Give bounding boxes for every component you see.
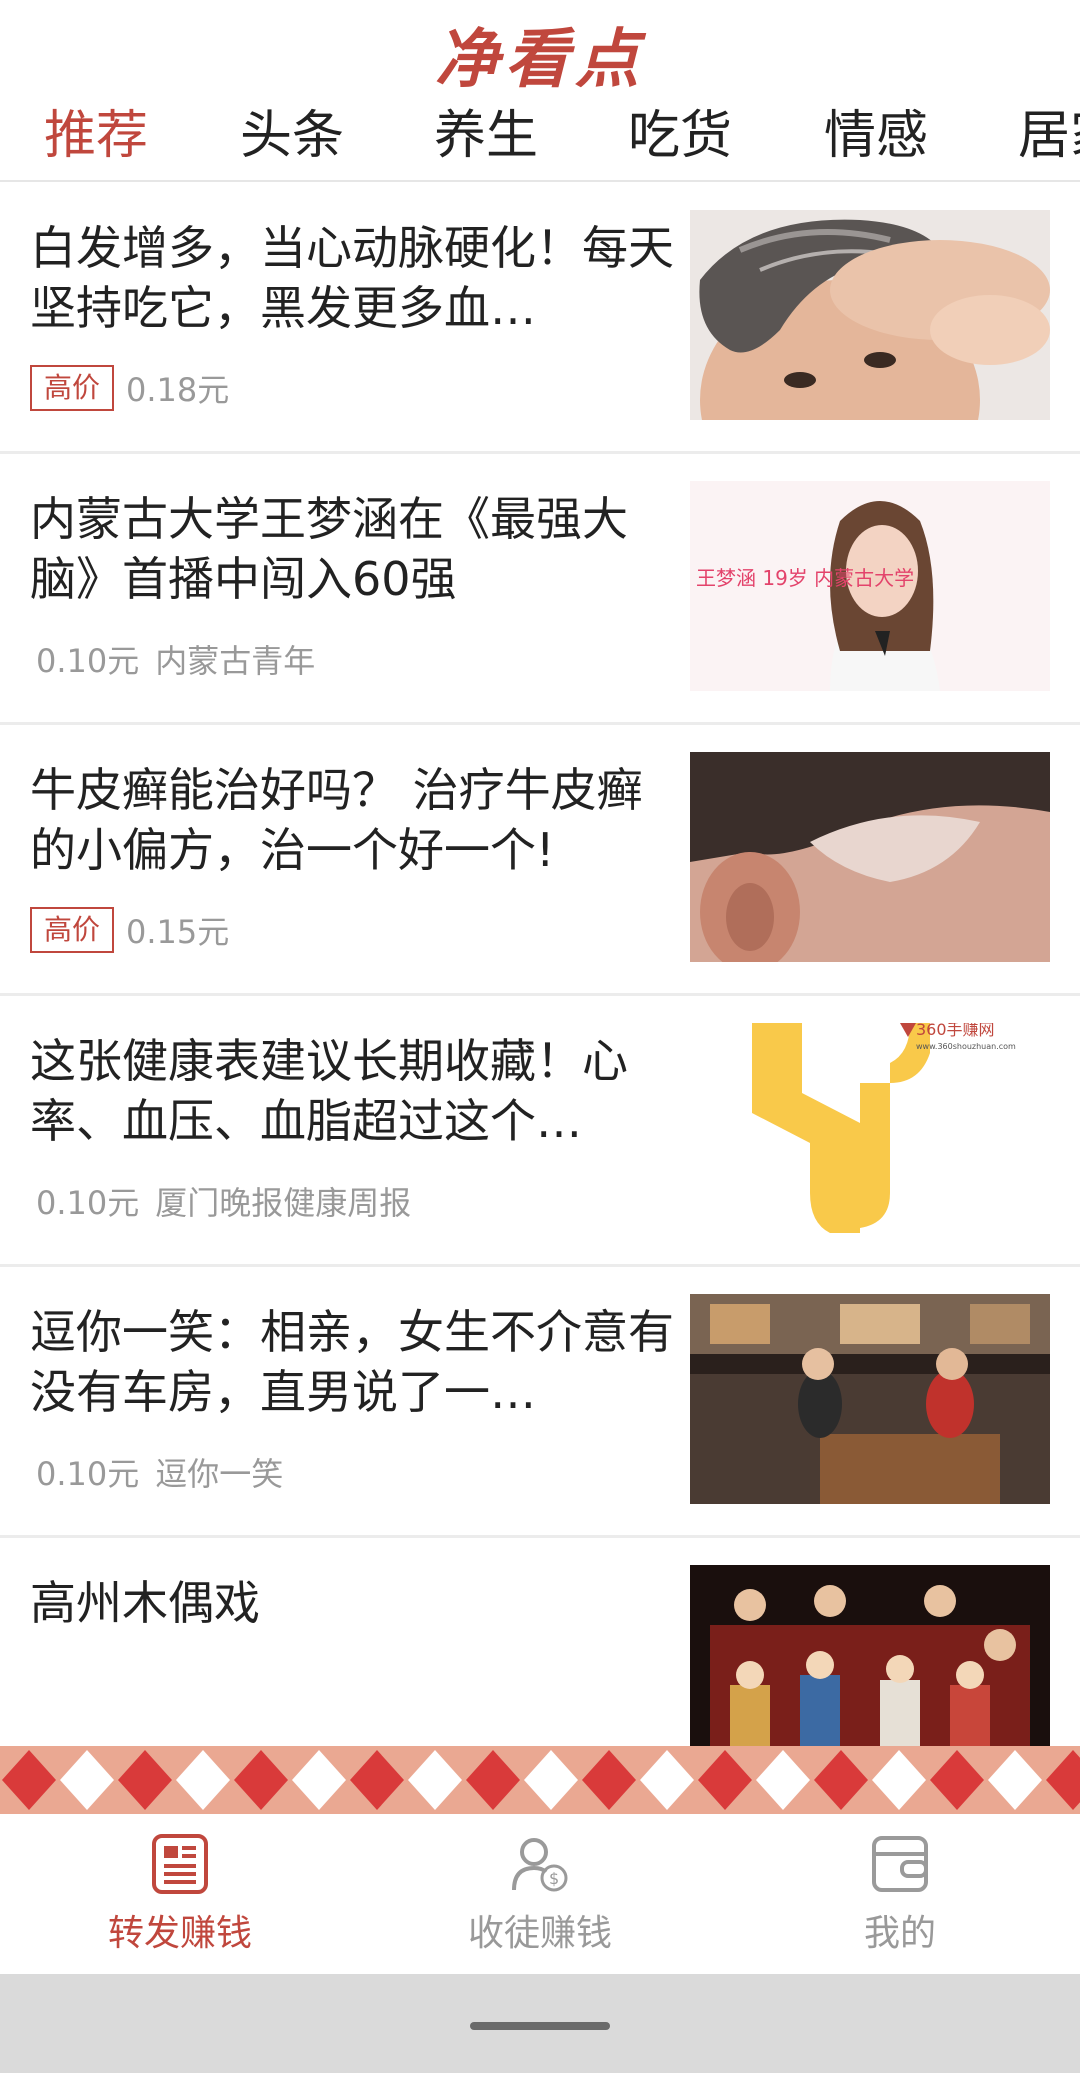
man-gray-hair-photo [690,210,1050,420]
bottom-nav: 转发赚钱 $ 收徒赚钱 我的 [0,1814,1080,1974]
article-title: 逗你一笑：相亲，女生不介意有没有车房，直男说了一… [30,1305,674,1419]
article-title: 牛皮癣能治好吗？ 治疗牛皮癣的小偏方，治一个好一个! [30,763,643,877]
thumb-caption: 王梦涵 19岁 内蒙古大学 [696,566,914,590]
article-item[interactable]: 高州木偶戏 [0,1539,1080,1746]
nav-recruit-earn[interactable]: $ 收徒赚钱 [390,1832,690,1962]
article-source: 逗你一笑 [155,1455,284,1493]
article-icon [152,1834,208,1894]
nav-label: 转发赚钱 [107,1913,252,1954]
article-price: 0.10元 [36,642,140,680]
wallet-icon [872,1836,928,1892]
tab-headlines[interactable]: 头条 [240,96,344,176]
yellow-graphic: 360手赚网 www.360shouzhuan.com [690,1023,1050,1233]
article-meta: 0.10元 内蒙古青年 [30,635,315,683]
svg-text:$: $ [549,1869,559,1888]
article-source: 内蒙古青年 [155,642,316,680]
article-item[interactable]: 逗你一笑：相亲，女生不介意有没有车房，直男说了一… 0.10元 逗你一笑 [0,1268,1080,1538]
app-header: 净看点 推荐 头条 养生 吃货 情感 居家 [0,0,1080,182]
article-title: 高州木偶戏 [30,1576,260,1630]
nav-label: 我的 [863,1913,936,1954]
nav-mine[interactable]: 我的 [750,1832,1050,1962]
category-tabs: 推荐 头条 养生 吃货 情感 居家 [0,96,1080,176]
article-item[interactable]: 内蒙古大学王梦涵在《最强大脑》首播中闯入60强 0.10元 内蒙古青年 王梦涵 … [0,455,1080,725]
article-price: 0.10元 [36,1455,140,1493]
article-price: 0.10元 [36,1184,140,1222]
system-navigation-bar [0,1974,1080,2073]
tab-emotion[interactable]: 情感 [824,96,928,176]
article-item[interactable]: 白发增多，当心动脉硬化！每天坚持吃它，黑发更多血… 高价 0.18元 [0,184,1080,454]
tab-health[interactable]: 养生 [434,96,538,176]
watermark-url: www.360shouzhuan.com [916,1042,1016,1051]
article-item[interactable]: 这张健康表建议长期收藏！心率、血压、血脂超过这个… 0.10元 厦门晚报健康周报… [0,997,1080,1267]
tab-recommend[interactable]: 推荐 [44,96,148,176]
article-title: 白发增多，当心动脉硬化！每天坚持吃它，黑发更多血… [30,221,674,335]
article-meta: 0.10元 厦门晚报健康周报 [30,1177,411,1225]
article-price: 0.15元 [126,913,230,951]
nav-forward-earn[interactable]: 转发赚钱 [30,1832,330,1962]
article-feed: 白发增多，当心动脉硬化！每天坚持吃它，黑发更多血… 高价 0.18元 内蒙古大学… [0,184,1080,1746]
high-price-badge: 高价 [30,907,115,953]
article-title: 这张健康表建议长期收藏！心率、血压、血脂超过这个… [30,1034,628,1148]
decorative-band [0,1746,1080,1814]
nav-label: 收徒赚钱 [467,1913,612,1954]
article-meta: 0.10元 逗你一笑 [30,1448,283,1496]
puppet-show-photo [690,1565,1050,1746]
article-item[interactable]: 牛皮癣能治好吗？ 治疗牛皮癣的小偏方，治一个好一个! 高价 0.15元 [0,726,1080,996]
tab-home[interactable]: 居家 [1018,96,1080,176]
article-meta: 高价 0.18元 [30,364,245,412]
restaurant-couple-photo [690,1294,1050,1504]
scalp-psoriasis-photo [690,752,1050,962]
watermark-text: 360手赚网 [916,1023,995,1039]
article-price: 0.18元 [126,371,230,409]
app-title: 净看点 [435,23,645,97]
article-meta: 高价 0.15元 [30,906,245,954]
article-title: 内蒙古大学王梦涵在《最强大脑》首播中闯入60强 [30,492,628,606]
tab-food[interactable]: 吃货 [628,96,732,176]
home-gesture-pill[interactable] [470,2022,610,2030]
user-coin-icon: $ [512,1838,568,1892]
article-source: 厦门晚报健康周报 [155,1184,412,1222]
high-price-badge: 高价 [30,365,115,411]
woman-portrait-photo: 王梦涵 19岁 内蒙古大学 [690,481,1050,691]
